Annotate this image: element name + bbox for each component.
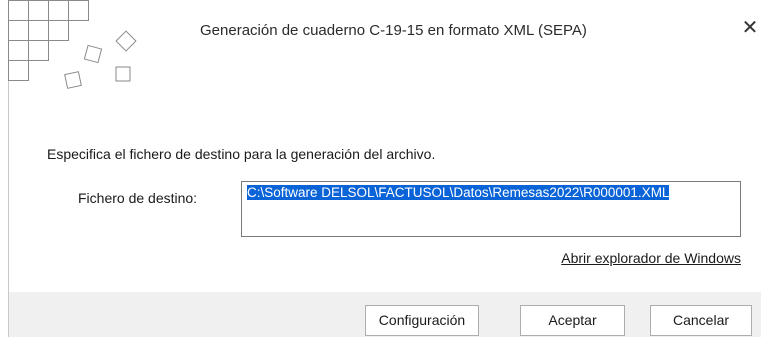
- sepa-xml-dialog: Generación de cuaderno C-19-15 en format…: [0, 0, 761, 337]
- configuration-button[interactable]: Configuración: [365, 305, 479, 336]
- close-icon[interactable]: ✕: [740, 18, 760, 38]
- destination-file-input[interactable]: C:\Software DELSOL\FACTUSOL\Datos\Remesa…: [241, 181, 741, 237]
- accept-button[interactable]: Aceptar: [520, 305, 625, 336]
- destination-file-value: C:\Software DELSOL\FACTUSOL\Datos\Remesa…: [247, 185, 670, 200]
- cancel-button[interactable]: Cancelar: [650, 305, 752, 336]
- open-windows-explorer-link[interactable]: Abrir explorador de Windows: [561, 250, 741, 266]
- grid-squares-logo-icon: [8, 0, 137, 89]
- description-text: Especifica el fichero de destino para la…: [47, 146, 436, 162]
- dialog-title: Generación de cuaderno C-19-15 en format…: [200, 22, 587, 39]
- destination-label: Fichero de destino:: [78, 190, 198, 206]
